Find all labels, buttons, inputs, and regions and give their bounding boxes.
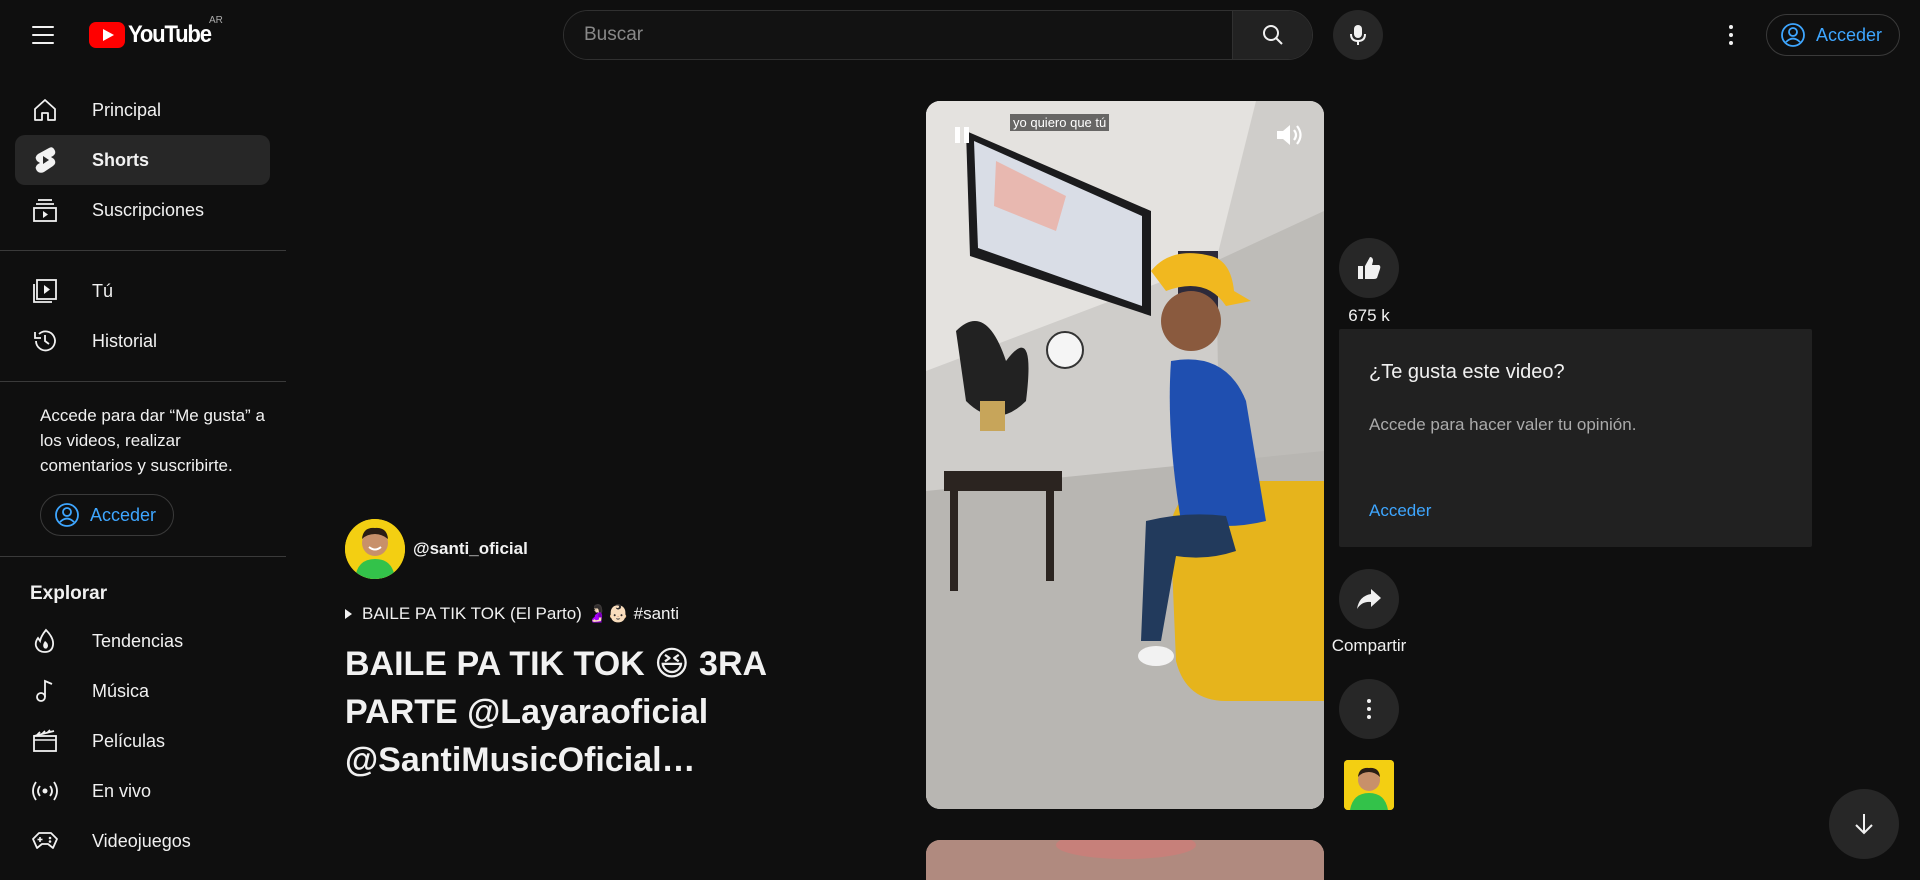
voice-search-button[interactable] (1333, 10, 1383, 60)
top-bar: YouTube AR Acceder (0, 0, 1920, 70)
home-icon (31, 96, 59, 124)
next-short-thumbnail (926, 840, 1324, 880)
microphone-icon (1350, 25, 1366, 45)
subscriptions-icon (31, 196, 59, 224)
thumbs-up-icon (1358, 257, 1381, 279)
share-icon (1357, 589, 1381, 609)
channel-link[interactable]: @santi_oficial (345, 519, 528, 579)
audio-track-link[interactable]: BAILE PA TIK TOK (El Parto) 🤰🏻👶🏻 #santi (345, 604, 679, 624)
short-video-player[interactable] (926, 101, 1324, 809)
volume-icon[interactable] (1274, 121, 1304, 149)
settings-menu-button[interactable] (1716, 18, 1746, 52)
sidebar-item-videojuegos[interactable]: Videojuegos (15, 816, 270, 866)
share-button[interactable] (1339, 569, 1399, 629)
audio-track-name: BAILE PA TIK TOK (El Parto) 🤰🏻👶🏻 #santi (362, 604, 679, 623)
sidebar-item-label: Historial (92, 330, 158, 351)
country-code: AR (209, 15, 223, 26)
channel-name: @santi_oficial (413, 539, 528, 558)
logo-text: YouTube (128, 21, 212, 48)
popup-title: ¿Te gusta este video? (1369, 361, 1565, 383)
video-frame (926, 101, 1324, 809)
channel-avatar (345, 519, 405, 579)
sidebar-item-label: En vivo (92, 780, 152, 801)
search-input[interactable] (564, 11, 1234, 59)
more-actions-button[interactable] (1339, 679, 1399, 739)
sidebar-signin-button[interactable]: Acceder (40, 494, 174, 536)
sidebar-item-en-vivo[interactable]: En vivo (15, 766, 270, 816)
account-icon (1781, 23, 1805, 47)
trending-icon (31, 627, 59, 655)
sidebar-item-principal[interactable]: Principal (15, 85, 270, 135)
signin-popup: ¿Te gusta este video? Accede para hacer … (1339, 329, 1812, 547)
caption-text: yo quiero que tú (1010, 114, 1110, 131)
youtube-play-icon (89, 22, 125, 48)
sidebar-item-label: Música (92, 680, 150, 701)
sidebar-item-musica[interactable]: Música (15, 666, 270, 716)
sidebar-item-label: Suscripciones (92, 199, 205, 220)
live-icon (31, 777, 59, 805)
sidebar-item-label: Tendencias (92, 630, 184, 651)
menu-icon[interactable] (28, 22, 62, 48)
sidebar-divider (0, 556, 286, 557)
sidebar-item-label: Tú (92, 280, 114, 301)
pause-icon[interactable] (951, 124, 973, 146)
explore-heading: Explorar (30, 583, 108, 604)
sidebar-item-label: Videojuegos (92, 830, 191, 851)
more-vertical-icon (1367, 699, 1371, 719)
share-label: Compartir (1331, 636, 1407, 655)
youtube-logo[interactable]: YouTube AR (89, 15, 223, 51)
sidebar: Principal Shorts Suscripciones Tú Histor… (0, 70, 286, 869)
popup-signin-link[interactable]: Acceder (1369, 501, 1431, 521)
music-icon (31, 677, 59, 705)
arrow-down-icon (1855, 814, 1873, 835)
sidebar-item-label: Principal (92, 99, 162, 120)
like-button[interactable] (1339, 238, 1399, 298)
sidebar-item-label: Shorts (92, 149, 150, 170)
search-button[interactable] (1232, 11, 1312, 59)
sidebar-item-tu[interactable]: Tú (15, 266, 270, 316)
sidebar-item-shorts[interactable]: Shorts (15, 135, 270, 185)
popup-subtitle: Accede para hacer valer tu opinión. (1369, 415, 1637, 434)
movies-icon (31, 727, 59, 755)
sidebar-divider (0, 250, 286, 251)
audio-channel-avatar[interactable] (1344, 760, 1394, 810)
next-short-preview[interactable] (926, 840, 1324, 880)
play-triangle-icon (345, 609, 352, 619)
gaming-icon (31, 827, 59, 855)
sidebar-item-peliculas[interactable]: Películas (15, 716, 270, 766)
short-title: BAILE PA TIK TOK 😆 3RA PARTE @Layaraofic… (345, 645, 766, 779)
next-short-button[interactable] (1829, 789, 1899, 859)
signin-label: Acceder (1816, 24, 1883, 45)
sidebar-item-suscripciones[interactable]: Suscripciones (15, 185, 270, 235)
signin-label: Acceder (90, 504, 157, 525)
sidebar-item-historial[interactable]: Historial (15, 316, 270, 366)
you-icon (31, 277, 59, 305)
sidebar-divider (0, 381, 286, 382)
like-count: 675 k (1348, 306, 1390, 325)
signin-button[interactable]: Acceder (1766, 14, 1900, 56)
search-icon (1262, 25, 1283, 45)
shorts-icon (31, 146, 59, 174)
search-box (563, 10, 1313, 60)
sidebar-item-label: Películas (92, 730, 166, 751)
signin-prompt-text: Accede para dar “Me gusta” a los videos,… (40, 406, 265, 475)
account-icon (55, 503, 79, 527)
history-icon (31, 327, 59, 355)
sidebar-item-tendencias[interactable]: Tendencias (15, 616, 270, 666)
